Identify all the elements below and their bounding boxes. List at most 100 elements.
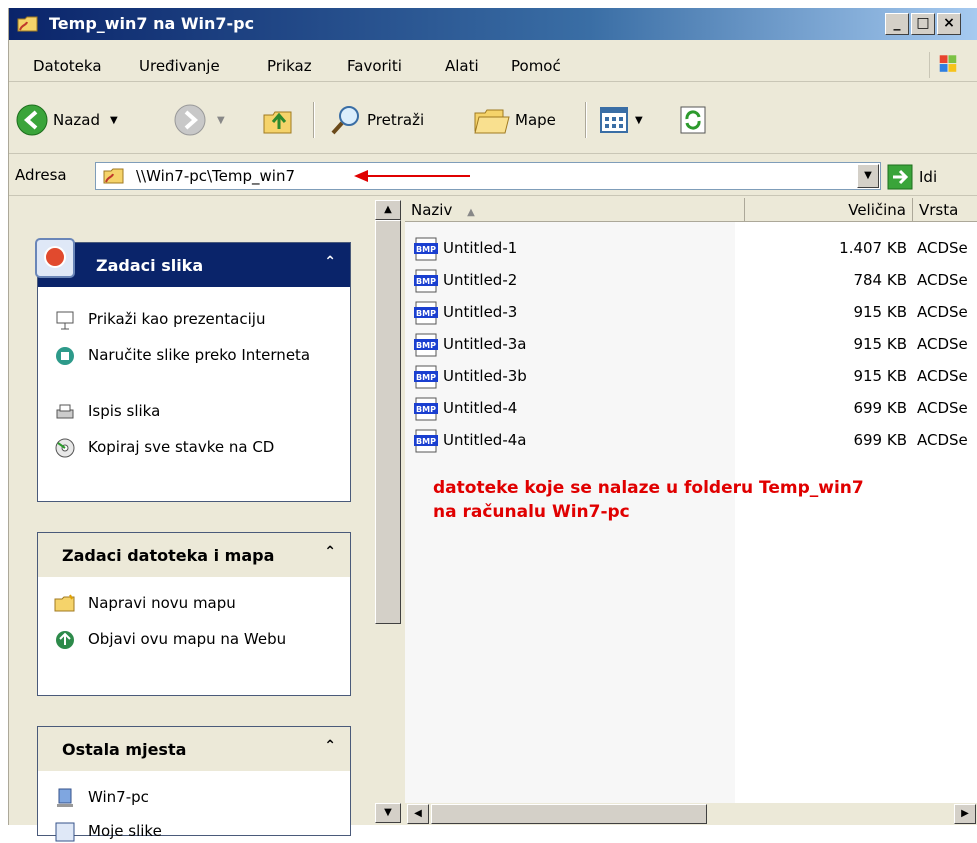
file-row[interactable]: BMP Untitled-3b 915 KB ACDSe (405, 362, 977, 392)
address-bar: Adresa \\Win7-pc\Temp_win7 ▼ Idi (9, 156, 977, 196)
file-row[interactable]: BMP Untitled-4a 699 KB ACDSe (405, 426, 977, 456)
address-input[interactable]: \\Win7-pc\Temp_win7 ▼ (95, 162, 881, 190)
task-publish-web[interactable]: Objavi ovu mapu na Webu (54, 629, 318, 651)
windows-logo-icon (929, 52, 957, 78)
file-size: 915 KB (853, 335, 907, 353)
minimize-button[interactable]: _ (885, 13, 909, 35)
bmp-file-icon: BMP (414, 365, 438, 389)
menu-datoteka[interactable]: Datoteka (33, 57, 102, 75)
task-pane-scrollbar[interactable]: ▲ ▼ (373, 198, 403, 825)
task-label: Kopiraj sve stavke na CD (88, 438, 275, 456)
file-name: Untitled-4 (443, 399, 518, 417)
menu-pomoc[interactable]: Pomoć (511, 57, 561, 75)
maximize-button[interactable]: □ (911, 13, 935, 35)
views-button[interactable]: ▼ (599, 102, 643, 138)
file-size: 915 KB (853, 367, 907, 385)
svg-text:BMP: BMP (416, 341, 436, 350)
scroll-left-arrow-icon[interactable]: ◀ (407, 804, 429, 824)
menu-prikaz[interactable]: Prikaz (267, 57, 312, 75)
sort-ascending-icon: ▲ (467, 207, 475, 218)
collapse-chevron-icon[interactable]: ⌃ (324, 738, 336, 754)
new-folder-icon (54, 594, 75, 612)
file-type: ACDSe (917, 335, 968, 353)
computer-icon (57, 788, 73, 807)
task-copy-to-cd[interactable]: Kopiraj sve stavke na CD (54, 437, 318, 459)
toolbar-separator (585, 102, 587, 138)
other-places-header[interactable]: Ostala mjesta ⌃ (38, 727, 350, 771)
hscroll-thumb[interactable] (431, 804, 707, 824)
bmp-file-icon: BMP (414, 429, 438, 453)
my-pictures-icon (55, 822, 75, 842)
collapse-chevron-icon[interactable]: ⌃ (324, 254, 336, 270)
go-arrow-icon (887, 164, 913, 190)
address-dropdown-icon[interactable]: ▼ (857, 164, 879, 188)
forward-dropdown-icon[interactable]: ▼ (217, 115, 225, 126)
sync-icon (680, 106, 706, 134)
menu-uredivanje[interactable]: Uređivanje (139, 57, 220, 75)
go-button[interactable]: Idi (887, 164, 937, 190)
menu-favoriti[interactable]: Favoriti (347, 57, 402, 75)
file-row[interactable]: BMP Untitled-3a 915 KB ACDSe (405, 330, 977, 360)
picture-tasks-header[interactable]: Zadaci slika ⌃ (35, 238, 350, 287)
task-label: Objavi ovu mapu na Webu (88, 630, 287, 648)
explorer-window: Temp_win7 na Win7-pc _ □ × Datoteka Uređ… (8, 8, 977, 842)
file-row[interactable]: BMP Untitled-2 784 KB ACDSe (405, 266, 977, 296)
up-folder-icon (263, 111, 292, 134)
scroll-right-arrow-icon[interactable]: ▶ (954, 804, 976, 824)
place-win7-pc[interactable]: Win7-pc (54, 787, 318, 809)
menu-alati[interactable]: Alati (445, 57, 479, 75)
go-label: Idi (919, 168, 938, 186)
scroll-down-arrow-icon[interactable]: ▼ (375, 803, 401, 823)
window-title: Temp_win7 na Win7-pc (49, 14, 255, 33)
other-places-panel: Ostala mjesta ⌃ Win7-pc Moje slike (37, 726, 351, 842)
forward-button[interactable]: ▼ (173, 102, 225, 138)
column-header-size[interactable]: Veličina (745, 198, 913, 222)
svg-text:BMP: BMP (416, 405, 436, 414)
task-label: Ispis slika (88, 402, 161, 420)
file-name: Untitled-3b (443, 367, 527, 385)
task-slideshow[interactable]: Prikaži kao prezentaciju (54, 309, 318, 331)
file-name: Untitled-3 (443, 303, 518, 321)
folders-label: Mape (515, 111, 556, 129)
close-button[interactable]: × (937, 13, 961, 35)
bmp-file-icon: BMP (414, 237, 438, 261)
bmp-file-icon: BMP (414, 397, 438, 421)
svg-text:BMP: BMP (416, 277, 436, 286)
search-button[interactable]: Pretraži (329, 102, 424, 138)
file-row[interactable]: BMP Untitled-3 915 KB ACDSe (405, 298, 977, 328)
shared-folder-icon (103, 168, 124, 184)
column-header-name[interactable]: Naziv ▲ (405, 198, 745, 222)
file-size: 915 KB (853, 303, 907, 321)
task-order-prints[interactable]: Naručite slike preko Interneta (54, 345, 318, 367)
address-label: Adresa (15, 166, 67, 184)
place-my-pictures[interactable]: Moje slike (54, 821, 318, 843)
scroll-up-arrow-icon[interactable]: ▲ (375, 200, 401, 220)
sync-button[interactable] (679, 102, 707, 138)
annotation-line-1: datoteke koje se nalaze u folderu Temp_w… (433, 478, 864, 498)
file-tasks-header[interactable]: Zadaci datoteka i mapa ⌃ (38, 533, 350, 577)
task-label: Naručite slike preko Interneta (88, 346, 311, 364)
views-dropdown-icon[interactable]: ▼ (635, 115, 643, 126)
file-row[interactable]: BMP Untitled-1 1.407 KB ACDSe (405, 234, 977, 264)
file-name: Untitled-1 (443, 239, 518, 257)
task-new-folder[interactable]: Napravi novu mapu (54, 593, 318, 615)
up-folder-button[interactable] (261, 102, 295, 138)
file-list-hscrollbar[interactable]: ◀ ▶ (405, 803, 977, 825)
title-bar[interactable]: Temp_win7 na Win7-pc _ □ × (9, 8, 977, 40)
back-arrow-icon (16, 104, 48, 136)
back-label: Nazad (53, 111, 100, 129)
svg-text:BMP: BMP (416, 437, 436, 446)
collapse-chevron-icon[interactable]: ⌃ (324, 544, 336, 560)
folders-icon (474, 109, 510, 134)
file-row[interactable]: BMP Untitled-4 699 KB ACDSe (405, 394, 977, 424)
folders-button[interactable]: Mape (473, 102, 556, 138)
column-header-type[interactable]: Vrsta (913, 198, 977, 222)
file-tasks-panel: Zadaci datoteka i mapa ⌃ Napravi novu ma… (37, 532, 351, 696)
task-print-pictures[interactable]: Ispis slika (54, 401, 318, 423)
back-dropdown-icon[interactable]: ▼ (110, 115, 118, 126)
scroll-thumb[interactable] (375, 220, 401, 624)
back-button[interactable]: Nazad ▼ (15, 102, 118, 138)
bmp-file-icon: BMP (414, 269, 438, 293)
picture-tasks-title: Zadaci slika (96, 256, 204, 275)
shared-folder-icon (17, 16, 38, 32)
